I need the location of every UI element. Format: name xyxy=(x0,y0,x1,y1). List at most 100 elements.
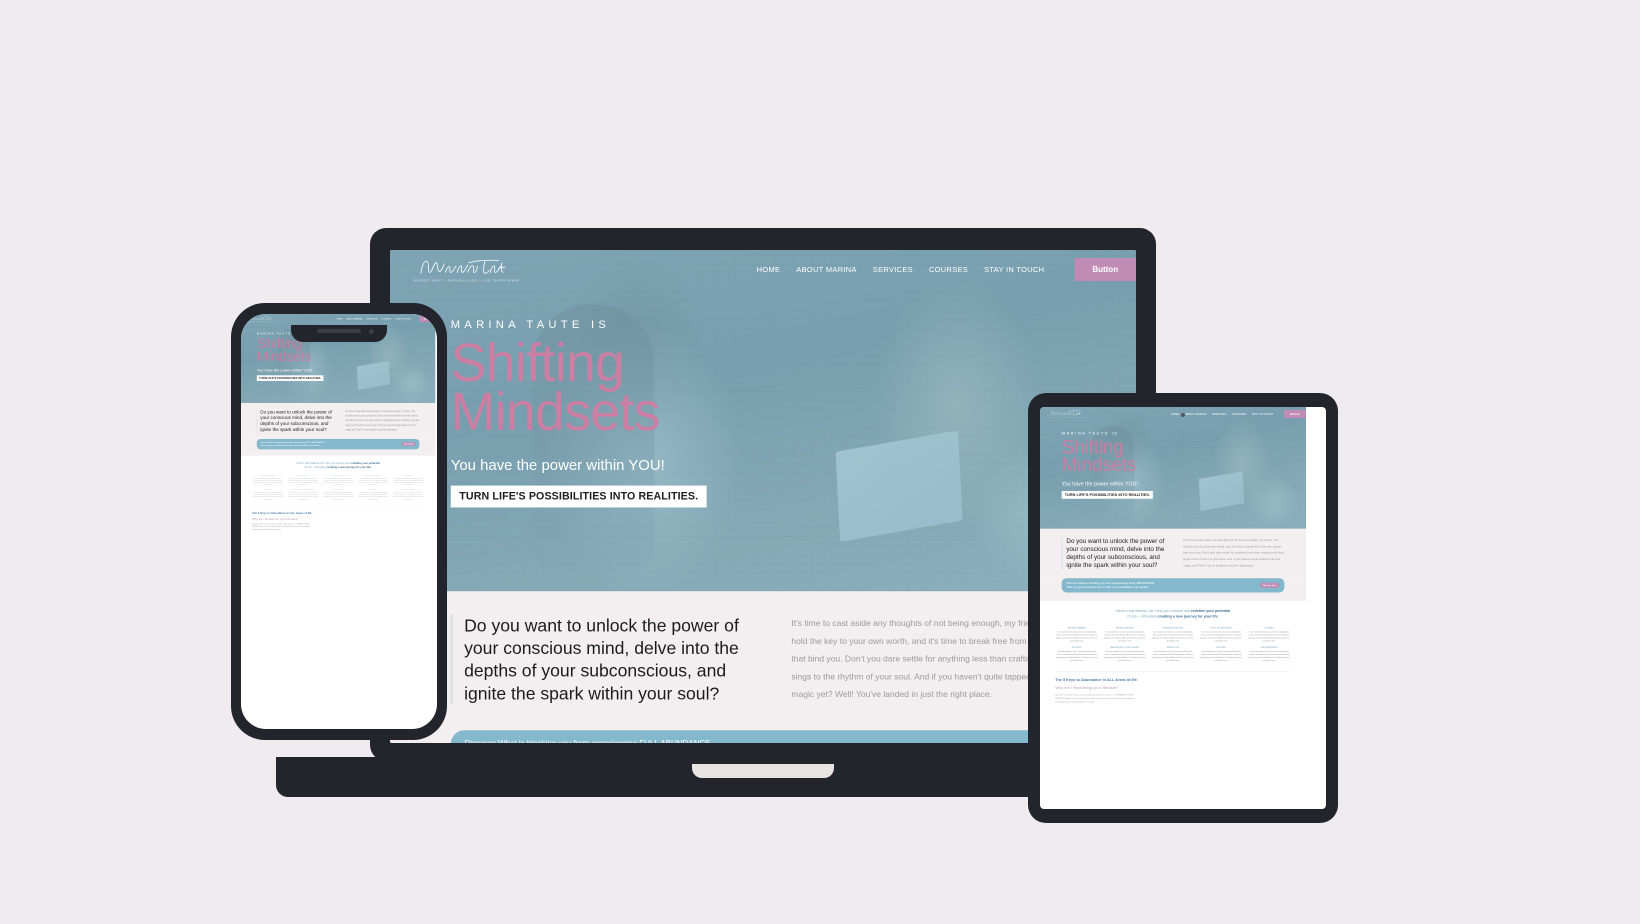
service-card-body: Lorem ipsum dolor sit amet, consectetur … xyxy=(1152,650,1194,662)
service-card-body: Lorem ipsum dolor sit amet, consectetur … xyxy=(393,477,424,486)
service-card-title: FREE RESOURCES xyxy=(1260,646,1278,649)
service-card[interactable]: HYPNOSIS Lorem ipsum dolor sit amet, cons… xyxy=(1055,647,1098,662)
intro-section: Do you want to unlock the power of your … xyxy=(390,591,1136,726)
hero-section: MINDSET SHIFT | PERSONALISED | LIFE TRAN… xyxy=(390,250,1136,592)
service-card-title: PRIVATE SESSIONS xyxy=(1115,627,1134,629)
service-card[interactable]: MEDITATIONS & DISCLOSURES Lorem ipsum dol… xyxy=(1103,647,1146,662)
services-heading-2b: creating a new journey for your life. xyxy=(326,465,372,469)
service-card-title: INTEGRATED HEALING xyxy=(1162,627,1184,629)
services-card-grid: BECOME A MEMBER Lorem ipsum dolor sit ame… xyxy=(1055,627,1291,662)
service-card-title: WEIGHTLOSS xyxy=(333,488,343,491)
navbar-cta-button[interactable]: Button xyxy=(1074,257,1136,281)
service-card[interactable]: PRIVATE SESSIONS Lorem ipsum dolor sit am… xyxy=(287,475,319,486)
service-card-body: Lorem ipsum dolor sit amet, consectetur … xyxy=(252,491,284,500)
keys-title: The 5 Keys to Abundance in ALL Areas of … xyxy=(252,511,313,515)
service-card[interactable]: INTEGRATED HEALING Lorem ipsum dolor sit … xyxy=(322,475,354,486)
navbar-cta-button[interactable]: Button xyxy=(419,316,436,322)
service-card-body: Lorem ipsum dolor sit amet, consectetur … xyxy=(393,491,424,500)
site-navbar: MINDSET SHIFT | PERSONALISED | LIFE TRAN… xyxy=(1040,407,1306,421)
service-card-body: Lorem ipsum dolor sit amet, consectetur … xyxy=(358,491,389,500)
intro-body-block: It's time to cast aside any thoughts of … xyxy=(345,409,419,432)
signature-logo-icon xyxy=(248,316,272,321)
service-card[interactable]: BECOME A MEMBER Lorem ipsum dolor sit ame… xyxy=(1055,627,1098,642)
service-card[interactable]: BECOME A MEMBER Lorem ipsum dolor sit ame… xyxy=(252,475,284,486)
services-heading-1b: redefine your potential xyxy=(351,461,380,465)
navbar-links: HOME ABOUT MARINA SERVICES COURSES STAY … xyxy=(1171,409,1306,418)
service-card-title: HYPNOSIS xyxy=(1072,646,1082,649)
quiz-cta-banner: Discover What is blocking you from exper… xyxy=(1061,578,1285,593)
service-card-title: BECOME A MEMBER xyxy=(261,474,275,476)
brand-tagline: MINDSET SHIFT | PERSONALISED | LIFE TRAN… xyxy=(1048,417,1087,419)
brand-tagline: MINDSET SHIFT | PERSONALISED | LIFE TRAN… xyxy=(413,279,520,282)
nav-item-courses[interactable]: COURSES xyxy=(381,318,391,320)
nav-item-services[interactable]: SERVICES xyxy=(367,318,377,320)
services-heading-2a: PLUS – Ultimately xyxy=(1127,614,1158,619)
hero-eyebrow: MARINA TAUTE IS xyxy=(450,318,611,331)
service-card[interactable]: WEIGHTLOSS Lorem ipsum dolor sit amet, co… xyxy=(1151,647,1194,662)
service-card-body: Lorem ipsum dolor sit amet, consectetur … xyxy=(1200,630,1242,642)
take-the-quiz-button[interactable]: Take the Quiz xyxy=(401,442,416,446)
take-the-quiz-button[interactable]: Take the Quiz xyxy=(1259,582,1280,588)
service-card-body: Lorem ipsum dolor sit amet, consectetur … xyxy=(1248,650,1291,662)
keys-subtitle: Why am I Redefining your Mindset? xyxy=(252,517,299,521)
nav-item-courses[interactable]: COURSES xyxy=(1232,412,1246,415)
services-section: Here's How Marina Can Help you unleash a… xyxy=(241,455,436,503)
service-card[interactable]: FREE RESOURCES Lorem ipsum dolor sit amet… xyxy=(393,489,425,500)
nav-item-about-marina[interactable]: ABOUT MARINA xyxy=(1185,412,1207,415)
hero-content: MARINA TAUTE IS Shifting Mindsets You ha… xyxy=(1040,421,1306,499)
phone-camera-icon xyxy=(369,329,374,334)
nav-item-stay-in-touch[interactable]: STAY IN TOUCH xyxy=(984,265,1044,274)
service-card[interactable]: PRIVATE SESSIONS Lorem ipsum dolor sit am… xyxy=(1103,627,1146,642)
service-card[interactable]: FREE RESOURCES Lorem ipsum dolor sit amet… xyxy=(1248,647,1291,662)
nav-item-stay-in-touch[interactable]: STAY IN TOUCH xyxy=(1252,412,1273,415)
services-heading-1a: Here's How Marina Can Help you unleash a… xyxy=(296,461,352,465)
tablet-mockup: MINDSET SHIFT | PERSONALISED | LIFE TRAN… xyxy=(1028,393,1338,823)
navbar-cta-button[interactable]: Button xyxy=(1283,409,1306,418)
hero-title-line-2: Mindsets xyxy=(1061,454,1137,476)
services-section: Here's How Marina Can Help you unleash a… xyxy=(1040,601,1306,666)
service-card-title: PRIVATE SESSIONS xyxy=(296,474,310,476)
service-card[interactable]: COURSES Lorem ipsum dolor sit amet, conse… xyxy=(1248,627,1291,642)
hero-cta-button[interactable]: TURN LIFE'S POSSIBILITIES INTO REALITIES… xyxy=(1061,490,1153,499)
nav-item-about-marina[interactable]: ABOUT MARINA xyxy=(796,265,857,274)
service-card-title: LIVE & ONLINE EVENTS xyxy=(365,474,382,476)
hero-cta-button[interactable]: TURN LIFE'S POSSIBILITIES INTO REALITIES… xyxy=(256,375,324,381)
nav-item-services[interactable]: SERVICES xyxy=(1212,412,1226,415)
nav-item-stay-in-touch[interactable]: STAY IN TOUCH xyxy=(396,318,412,320)
hero-title: Shifting Mindsets xyxy=(1061,438,1306,476)
service-card[interactable]: BOOK ME Lorem ipsum dolor sit amet, conse… xyxy=(1200,647,1243,662)
nav-item-courses[interactable]: COURSES xyxy=(929,265,968,274)
service-card[interactable]: HYPNOSIS Lorem ipsum dolor sit amet, cons… xyxy=(252,489,284,500)
service-card-body: Lorem ipsum dolor sit amet, consectetur … xyxy=(1104,630,1146,642)
brand-logo[interactable]: MINDSET SHIFT | PERSONALISED | LIFE TRAN… xyxy=(1048,409,1087,419)
nav-item-home[interactable]: HOME xyxy=(757,265,781,274)
services-heading-line-2: PLUS – Ultimately creating a new journey… xyxy=(1055,614,1291,620)
intro-heading: Do you want to unlock the power of your … xyxy=(260,409,332,432)
nav-item-about-marina[interactable]: ABOUT MARINA xyxy=(347,318,363,320)
service-card[interactable]: LIVE & ONLINE EVENTS Lorem ipsum dolor si… xyxy=(1200,627,1243,642)
service-card-body: Lorem ipsum dolor sit amet, consectetur … xyxy=(322,477,354,486)
quiz-cta-line-2: Take my quiz and learn how to shift your… xyxy=(260,444,321,447)
quiz-cta-section: Discover What is blocking you from exper… xyxy=(1040,576,1306,602)
service-card-title: COURSES xyxy=(1264,627,1274,629)
signature-logo-icon xyxy=(1050,410,1082,416)
website-page-tablet: MINDSET SHIFT | PERSONALISED | LIFE TRAN… xyxy=(1040,407,1306,714)
service-card[interactable]: MEDITATIONS & DISCLOSURES Lorem ipsum dol… xyxy=(287,489,319,500)
services-heading-2b: creating a new journey for your life. xyxy=(1157,614,1219,619)
service-card-body: Lorem ipsum dolor sit amet, consectetur … xyxy=(287,477,319,486)
quiz-cta-banner: Discover What is blocking you from exper… xyxy=(450,730,1076,743)
service-card-title: COURSES xyxy=(405,474,412,476)
intro-body-text: It's time to cast aside any thoughts of … xyxy=(345,409,419,431)
brand-logo[interactable]: MINDSET SHIFT | PERSONALISED | LIFE TRAN… xyxy=(247,316,275,322)
nav-item-services[interactable]: SERVICES xyxy=(873,265,913,274)
brand-logo[interactable]: MINDSET SHIFT | PERSONALISED | LIFE TRAN… xyxy=(413,256,520,282)
service-card[interactable]: INTEGRATED HEALING Lorem ipsum dolor sit … xyxy=(1151,627,1194,642)
hero-cta-button[interactable]: TURN LIFE'S POSSIBILITIES INTO REALITIES… xyxy=(450,485,707,508)
service-card[interactable]: LIVE & ONLINE EVENTS Lorem ipsum dolor si… xyxy=(357,475,389,486)
service-card[interactable]: BOOK ME Lorem ipsum dolor sit amet, conse… xyxy=(357,489,389,500)
service-card[interactable]: WEIGHTLOSS Lorem ipsum dolor sit amet, co… xyxy=(322,489,354,500)
service-card[interactable]: COURSES Lorem ipsum dolor sit amet, conse… xyxy=(393,475,425,486)
nav-item-home[interactable]: HOME xyxy=(1171,412,1179,415)
nav-item-home[interactable]: HOME xyxy=(336,318,342,320)
hero-title-line-1: Shifting xyxy=(450,333,625,393)
